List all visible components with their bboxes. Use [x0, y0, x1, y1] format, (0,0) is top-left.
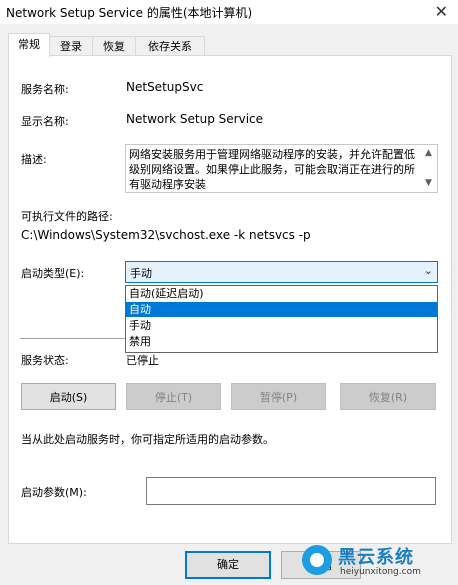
chevron-down-icon[interactable]: ⌄ [424, 264, 433, 277]
scroll-up-icon[interactable]: ▲ [420, 145, 437, 162]
description-label: 描述: [21, 153, 47, 166]
startup-type-value: 手动 [130, 267, 152, 280]
description-text: 网络安装服务用于管理网络驱动程序的安装，并允许配置低级别网络设置。如果停止此服务… [129, 148, 415, 191]
cloud-logo-icon [302, 545, 332, 575]
tab-dependencies[interactable]: 依存关系 [135, 36, 205, 56]
startup-option-auto-delayed[interactable]: 自动(延迟启动) [126, 286, 437, 301]
exe-path-value: C:\Windows\System32\svchost.exe -k netsv… [21, 228, 311, 242]
tab-logon[interactable]: 登录 [49, 36, 93, 56]
startup-option-auto[interactable]: 自动 [126, 302, 437, 317]
tab-general[interactable]: 常规 [8, 33, 50, 57]
service-name-label: 服务名称: [21, 83, 69, 96]
title-bar: Network Setup Service 的属性(本地计算机) ✕ [0, 0, 458, 24]
stop-button[interactable]: 停止(T) [126, 383, 221, 410]
tab-recovery[interactable]: 恢复 [92, 36, 136, 56]
watermark-title: 黑云系统 [338, 547, 414, 568]
start-params-hint: 当从此处启动服务时，你可指定所适用的启动参数。 [21, 433, 274, 446]
startup-type-dropdown: 自动(延迟启动) 自动 手动 禁用 [125, 285, 438, 353]
exe-path-label: 可执行文件的路径: [21, 210, 113, 223]
scroll-down-icon[interactable]: ▼ [420, 175, 437, 192]
close-icon[interactable]: ✕ [435, 2, 448, 21]
ok-button[interactable]: 确定 [185, 551, 271, 579]
service-status-value: 已停止 [126, 354, 159, 367]
service-name-value: NetSetupSvc [126, 80, 204, 94]
separator [20, 338, 130, 339]
display-name-value: Network Setup Service [126, 112, 264, 126]
startup-option-disabled[interactable]: 禁用 [126, 334, 437, 349]
description-box[interactable]: 网络安装服务用于管理网络驱动程序的安装，并允许配置低级别网络设置。如果停止此服务… [125, 144, 438, 193]
startup-type-label: 启动类型(E): [21, 267, 85, 280]
window-title: Network Setup Service 的属性(本地计算机) [6, 6, 253, 20]
startup-type-select[interactable]: 手动 ⌄ [125, 261, 438, 283]
display-name-label: 显示名称: [21, 115, 69, 128]
start-params-label: 启动参数(M): [21, 486, 87, 499]
startup-option-manual[interactable]: 手动 [126, 318, 437, 333]
watermark: 黑云系统 heiyunxitong.com [296, 537, 458, 585]
start-params-input[interactable] [146, 477, 436, 505]
watermark-url: heiyunxitong.com [340, 567, 421, 577]
service-status-label: 服务状态: [21, 354, 69, 367]
start-button[interactable]: 启动(S) [21, 383, 116, 410]
resume-button[interactable]: 恢复(R) [340, 383, 436, 410]
pause-button[interactable]: 暂停(P) [231, 383, 326, 410]
